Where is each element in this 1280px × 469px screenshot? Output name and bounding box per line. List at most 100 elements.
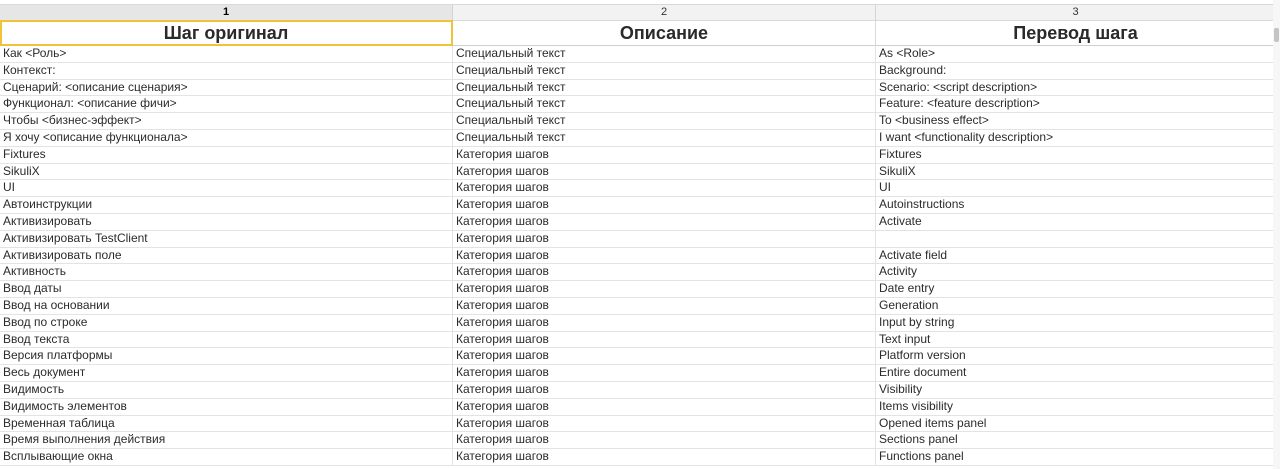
cell-description[interactable]: Категория шагов [453, 197, 876, 213]
cell-translation[interactable]: Functions panel [876, 449, 1273, 465]
table-row: SikuliX Категория шагов SikuliX [0, 163, 1273, 181]
cell-original-step[interactable]: Как <Роль> [0, 46, 453, 62]
table-row: Видимость Категория шагов Visibility [0, 381, 1273, 399]
cell-translation[interactable]: Text input [876, 332, 1273, 348]
table-row: Версия платформы Категория шагов Platform … [0, 348, 1273, 366]
cell-description[interactable]: Категория шагов [453, 146, 876, 163]
cell-original-step[interactable]: UI [0, 180, 453, 197]
cell-original-step[interactable]: SikuliX [0, 163, 453, 180]
column-number-2[interactable]: 2 [453, 5, 876, 20]
cell-translation[interactable]: Platform version [876, 348, 1273, 364]
cell-description[interactable]: Категория шагов [453, 163, 876, 180]
cell-translation[interactable]: Activate [876, 214, 1273, 230]
cell-description[interactable]: Специальный текст [453, 46, 876, 62]
cell-original-step[interactable]: Весь документ [0, 365, 453, 381]
table-row: Время выполнения действия Категория шагов… [0, 432, 1273, 450]
cell-description[interactable]: Категория шагов [453, 247, 876, 264]
header-cell-translation[interactable]: Перевод шага [876, 20, 1273, 46]
table-row: Активизировать TestClient Категория шагов [0, 230, 1273, 248]
cell-translation[interactable]: As <Role> [876, 46, 1273, 62]
cell-description[interactable]: Специальный текст [453, 129, 876, 146]
cell-translation[interactable]: Items visibility [876, 399, 1273, 415]
table-row: Весь документ Категория шагов Entire docum… [0, 365, 1273, 382]
cell-original-step[interactable]: Ввод текста [0, 331, 453, 348]
table-row: Ввод даты Категория шагов Date entry [0, 281, 1273, 298]
vertical-scrollbar[interactable] [1273, 0, 1280, 469]
cell-description[interactable]: Специальный текст [453, 96, 876, 113]
cell-original-step[interactable]: Функционал: <описание фичи> [0, 96, 453, 113]
cell-translation[interactable]: Feature: <feature description> [876, 96, 1273, 112]
table-row: UI Категория шагов UI [0, 180, 1273, 198]
table-row: Как <Роль> Специальный текст As <Role> [0, 46, 1273, 63]
cell-original-step[interactable]: Контекст: [0, 62, 453, 79]
cell-translation[interactable]: UI [876, 180, 1273, 196]
table-row: Автоинструкции Категория шагов Autoinstruc… [0, 197, 1273, 214]
cell-original-step[interactable]: Активизировать TestClient [0, 230, 453, 247]
cell-translation[interactable]: Background: [876, 63, 1273, 79]
cell-original-step[interactable]: Ввод по строке [0, 314, 453, 331]
scrollbar-thumb[interactable] [1274, 28, 1279, 42]
cell-translation[interactable]: Date entry [876, 281, 1273, 297]
cell-original-step[interactable]: Чтобы <бизнес-эффект> [0, 113, 453, 129]
cell-original-step[interactable]: Версия платформы [0, 348, 453, 365]
cell-original-step[interactable]: Я хочу <описание функционала> [0, 129, 453, 146]
cell-description[interactable]: Категория шагов [453, 230, 876, 247]
cell-original-step[interactable]: Видимость элементов [0, 398, 453, 415]
cell-description[interactable]: Специальный текст [453, 79, 876, 96]
column-number-3[interactable]: 3 [876, 5, 1273, 20]
cell-description[interactable]: Категория шагов [453, 381, 876, 398]
table-row: Активность Категория шагов Activity [0, 264, 1273, 282]
cell-translation[interactable]: Activate field [876, 248, 1273, 264]
cell-original-step[interactable]: Видимость [0, 381, 453, 398]
table-row: Активизировать поле Категория шагов Activa… [0, 247, 1273, 265]
table-row: Функционал: <описание фичи> Специальный т… [0, 96, 1273, 114]
cell-translation[interactable]: Activity [876, 264, 1273, 280]
cell-original-step[interactable]: Автоинструкции [0, 197, 453, 213]
cell-original-step[interactable]: Временная таблица [0, 415, 453, 432]
cell-description[interactable]: Категория шагов [453, 331, 876, 348]
table-row: Активизировать Категория шагов Activate [0, 213, 1273, 231]
cell-description[interactable]: Специальный текст [453, 113, 876, 129]
cell-original-step[interactable]: Время выполнения действия [0, 432, 453, 449]
cell-translation[interactable]: Sections panel [876, 432, 1273, 448]
cell-description[interactable]: Специальный текст [453, 62, 876, 79]
cell-original-step[interactable]: Активность [0, 264, 453, 281]
cell-translation[interactable]: Visibility [876, 382, 1273, 398]
cell-original-step[interactable]: Всплывающие окна [0, 449, 453, 465]
cell-description[interactable]: Категория шагов [453, 180, 876, 197]
table-row: Я хочу <описание функционала> Специальный… [0, 129, 1273, 147]
cell-translation[interactable]: Autoinstructions [876, 197, 1273, 213]
cell-description[interactable]: Категория шагов [453, 415, 876, 432]
cell-original-step[interactable]: Ввод на основании [0, 297, 453, 314]
cell-translation[interactable]: Entire document [876, 365, 1273, 381]
cell-description[interactable]: Категория шагов [453, 398, 876, 415]
cell-description[interactable]: Категория шагов [453, 348, 876, 365]
cell-translation[interactable] [876, 231, 1273, 247]
table-row: Видимость элементов Категория шагов Items … [0, 398, 1273, 416]
cell-original-step[interactable]: Активизировать [0, 213, 453, 230]
header-cell-original-step[interactable]: Шаг оригинал [0, 20, 453, 46]
cell-original-step[interactable]: Активизировать поле [0, 247, 453, 264]
cell-translation[interactable]: Input by string [876, 315, 1273, 331]
cell-description[interactable]: Категория шагов [453, 264, 876, 281]
cell-description[interactable]: Категория шагов [453, 213, 876, 230]
cell-translation[interactable]: Opened items panel [876, 416, 1273, 432]
cell-translation[interactable]: Scenario: <script description> [876, 80, 1273, 96]
cell-description[interactable]: Категория шагов [453, 314, 876, 331]
cell-original-step[interactable]: Ввод даты [0, 281, 453, 297]
cell-original-step[interactable]: Fixtures [0, 146, 453, 163]
cell-translation[interactable]: I want <functionality description> [876, 130, 1273, 146]
cell-translation[interactable]: Fixtures [876, 147, 1273, 163]
cell-translation[interactable]: SikuliX [876, 164, 1273, 180]
cell-translation[interactable]: Generation [876, 298, 1273, 314]
cell-description[interactable]: Категория шагов [453, 432, 876, 449]
table-row: Всплывающие окна Категория шагов Functions… [0, 449, 1273, 466]
cell-description[interactable]: Категория шагов [453, 281, 876, 297]
cell-original-step[interactable]: Сценарий: <описание сценария> [0, 79, 453, 96]
cell-translation[interactable]: To <business effect> [876, 113, 1273, 129]
header-cell-description[interactable]: Описание [453, 20, 876, 46]
cell-description[interactable]: Категория шагов [453, 449, 876, 465]
column-number-1[interactable]: 1 [0, 5, 453, 20]
cell-description[interactable]: Категория шагов [453, 365, 876, 381]
cell-description[interactable]: Категория шагов [453, 297, 876, 314]
